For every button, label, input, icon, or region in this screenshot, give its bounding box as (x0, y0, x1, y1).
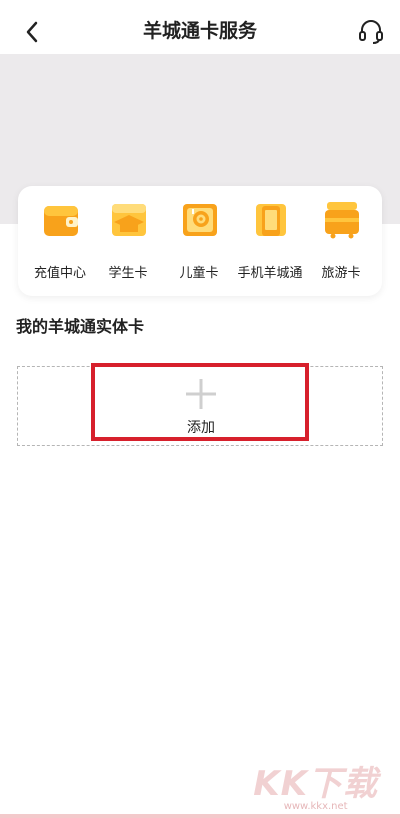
service-student-card[interactable]: 学生卡 (88, 200, 168, 286)
customer-support-button[interactable] (356, 16, 386, 46)
service-label: 学生卡 (108, 266, 148, 281)
lollipop-icon (183, 204, 217, 236)
highlight-box (91, 363, 309, 441)
section-title: 我的羊城通实体卡 (16, 317, 145, 336)
service-label: 儿童卡 (179, 266, 219, 281)
wallet-icon (44, 206, 78, 236)
service-label: 旅游卡 (321, 266, 361, 281)
watermark: KK下载 www.kkx.net (253, 756, 378, 812)
service-child-card[interactable]: 儿童卡 (159, 200, 239, 286)
page-title: 羊城通卡服务 (142, 20, 257, 42)
headset-icon (359, 20, 383, 44)
watermark-logo: KK下载 (253, 764, 378, 804)
graduation-cap-icon (112, 204, 146, 236)
luggage-icon (325, 202, 359, 239)
service-mobile-yct[interactable]: 手机羊城通 (230, 200, 310, 286)
header: 羊城通卡服务 (0, 0, 400, 60)
bottom-divider (0, 814, 400, 818)
phone-card-icon (256, 204, 286, 236)
services-card: 充值中心 学生卡 儿童卡 手机羊城通 旅游卡 (18, 186, 382, 296)
service-travel-card[interactable]: 旅游卡 (301, 200, 381, 286)
service-label: 手机羊城通 (237, 266, 303, 281)
